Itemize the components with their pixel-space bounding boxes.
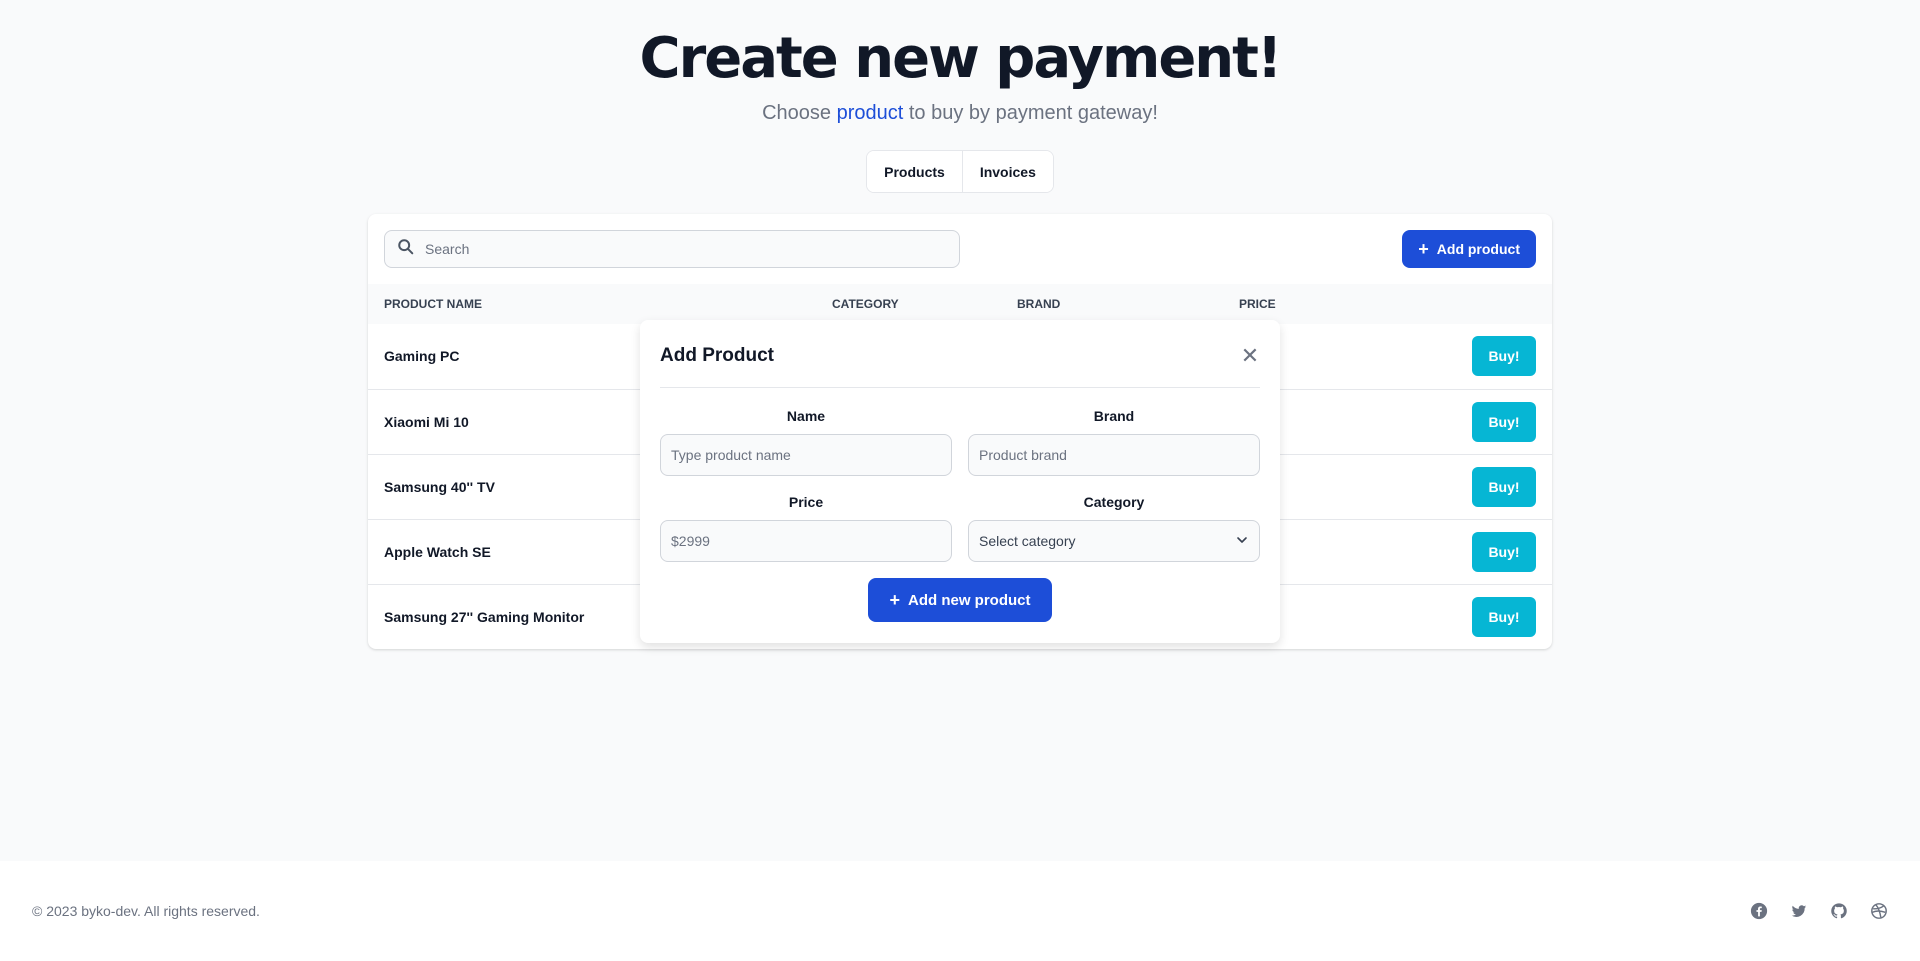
name-input[interactable]: [671, 447, 941, 463]
facebook-icon[interactable]: [1750, 902, 1768, 920]
action-cell: Buy!: [1360, 389, 1552, 454]
add-new-product-button[interactable]: + Add new product: [868, 578, 1052, 622]
tab-group: Products Invoices: [866, 150, 1054, 193]
price-field-group: Price: [660, 494, 952, 562]
column-header-product-name[interactable]: PRODUCT NAME: [368, 284, 816, 324]
tab-invoices[interactable]: Invoices: [961, 151, 1053, 192]
close-icon[interactable]: ✕: [1240, 343, 1260, 368]
add-product-modal: Add Product ✕ Name Brand Price Category …: [640, 320, 1280, 643]
column-header-category[interactable]: CATEGORY: [816, 284, 1001, 324]
brand-input[interactable]: [979, 447, 1249, 463]
add-new-product-label: Add new product: [908, 591, 1031, 609]
dribbble-icon[interactable]: [1870, 902, 1888, 920]
buy-button[interactable]: Buy!: [1472, 336, 1536, 377]
subtitle-highlight: product: [836, 102, 904, 124]
subtitle-post: to buy by payment gateway!: [908, 102, 1158, 124]
price-input-wrapper: [660, 520, 952, 562]
name-label: Name: [786, 408, 826, 424]
buy-button[interactable]: Buy!: [1472, 466, 1536, 507]
chevron-down-icon: [1235, 533, 1249, 550]
copyright-text: © 2023 byko-dev. All rights reserved.: [32, 903, 260, 919]
action-cell: Buy!: [1360, 584, 1552, 649]
price-input[interactable]: [671, 533, 941, 549]
product-form: Name Brand Price Category Select categor…: [660, 408, 1260, 562]
modal-actions: + Add new product: [660, 578, 1260, 622]
plus-icon: +: [889, 590, 900, 610]
buy-button[interactable]: Buy!: [1472, 401, 1536, 442]
price-label: Price: [788, 494, 824, 510]
brand-label: Brand: [1093, 408, 1135, 424]
modal-title: Add Product: [660, 344, 774, 366]
category-label: Category: [1083, 494, 1145, 510]
add-product-label: Add product: [1436, 241, 1520, 257]
tab-bar: Products Invoices: [0, 150, 1920, 193]
footer: © 2023 byko-dev. All rights reserved.: [0, 861, 1920, 961]
search-input[interactable]: [425, 241, 925, 257]
category-select[interactable]: Select category: [968, 520, 1260, 562]
column-header-action: [1360, 284, 1552, 324]
buy-button[interactable]: Buy!: [1472, 596, 1536, 637]
subtitle-pre: Choose: [762, 102, 832, 124]
twitter-icon[interactable]: [1790, 902, 1808, 920]
table-header-row: PRODUCT NAME CATEGORY BRAND PRICE: [368, 284, 1552, 324]
name-field-group: Name: [660, 408, 952, 476]
github-icon[interactable]: [1830, 902, 1848, 920]
brand-field-group: Brand: [968, 408, 1260, 476]
column-header-brand[interactable]: BRAND: [1001, 284, 1223, 324]
brand-input-wrapper: [968, 434, 1260, 476]
table-toolbar: + Add product: [368, 214, 1552, 284]
page-title: Create new payment!: [639, 26, 1283, 91]
action-cell: Buy!: [1360, 454, 1552, 519]
hero: Create new payment! Choose product to bu…: [0, 0, 1920, 125]
action-cell: Buy!: [1360, 324, 1552, 389]
category-select-value: Select category: [979, 533, 1076, 549]
tab-products[interactable]: Products: [867, 151, 962, 192]
social-links: [1750, 902, 1888, 920]
search-box: [384, 230, 960, 268]
buy-button[interactable]: Buy!: [1472, 531, 1536, 572]
action-cell: Buy!: [1360, 519, 1552, 584]
name-input-wrapper: [660, 434, 952, 476]
search-icon: [397, 238, 415, 261]
add-product-button[interactable]: + Add product: [1402, 230, 1536, 268]
page-subtitle: Choose product to buy by payment gateway…: [0, 102, 1920, 125]
plus-icon: +: [1418, 239, 1429, 259]
category-field-group: Category Select category: [968, 494, 1260, 562]
column-header-price[interactable]: PRICE: [1223, 284, 1360, 324]
modal-header: Add Product ✕: [660, 320, 1260, 388]
